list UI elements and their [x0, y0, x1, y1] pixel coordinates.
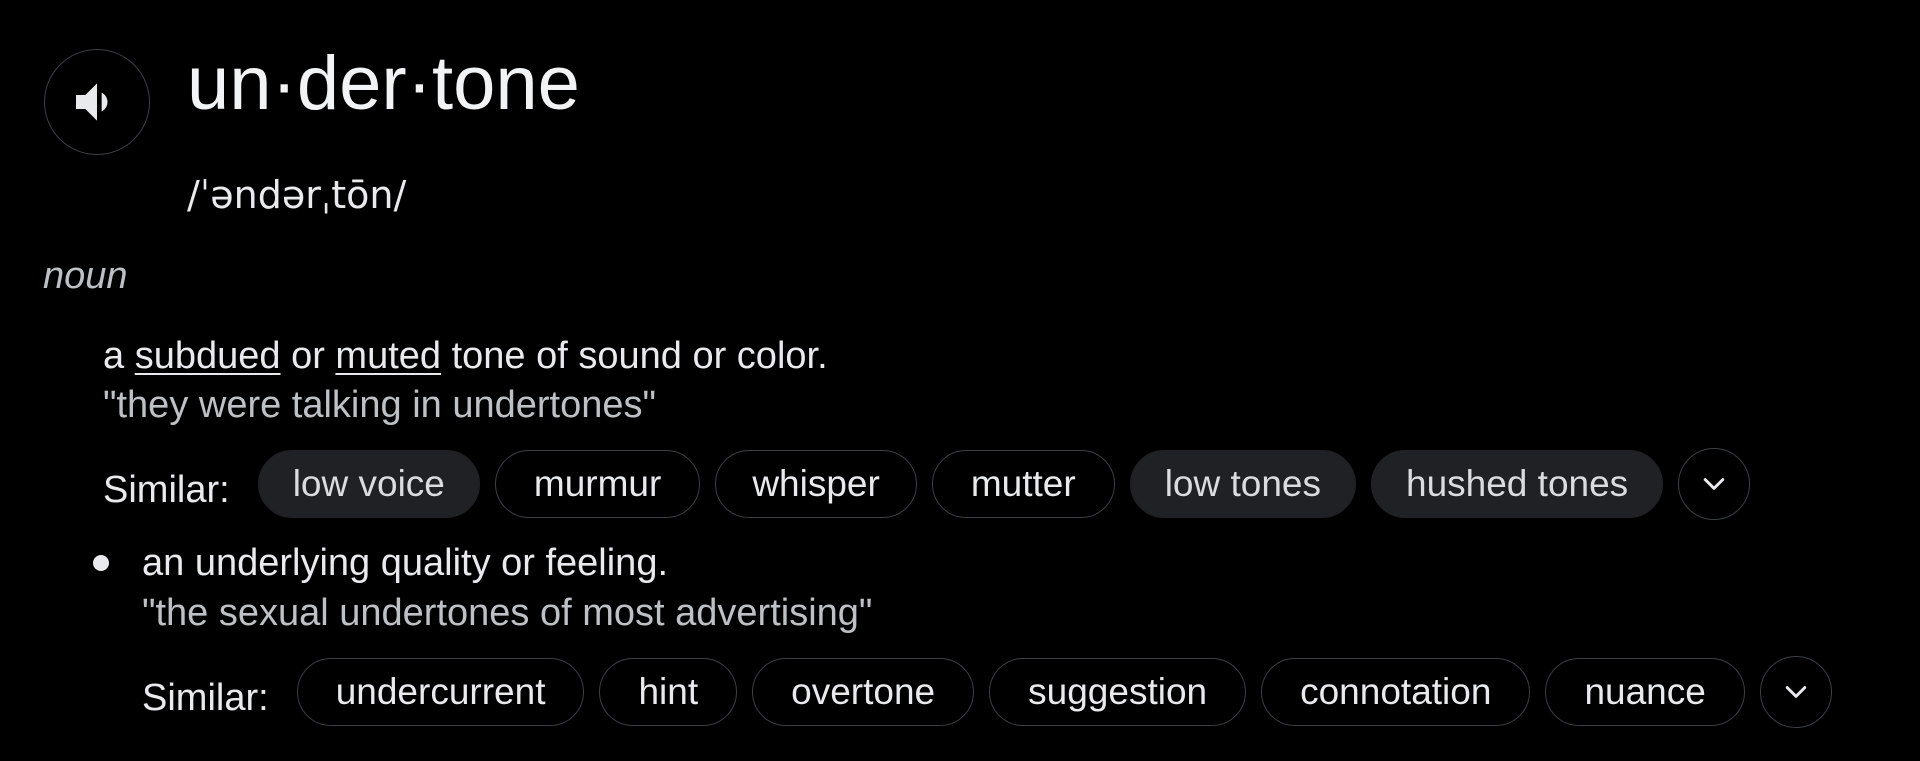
similar-label: Similar: — [142, 677, 269, 719]
part-of-speech: noun — [43, 255, 128, 297]
link-subdued[interactable]: subdued — [135, 335, 281, 377]
similar-chip[interactable]: hushed tones — [1371, 450, 1664, 518]
chevron-down-icon — [1703, 478, 1725, 490]
similar-chip[interactable]: overtone — [752, 658, 975, 726]
definition-2: an underlying quality or feeling. — [142, 542, 669, 584]
bullet-marker — [93, 555, 109, 571]
similar-chip[interactable]: undercurrent — [296, 658, 585, 726]
phonetic-spelling: /ˈəndərˌtōn/ — [187, 173, 407, 217]
similar-row-2: Similar: undercurrent hint overtone sugg… — [142, 656, 1832, 728]
expand-similar-button[interactable] — [1678, 448, 1751, 520]
similar-chip[interactable]: suggestion — [989, 658, 1247, 726]
similar-label: Similar: — [103, 469, 230, 511]
listen-button[interactable] — [44, 49, 150, 155]
similar-row-1: Similar: low voice murmur whisper mutter… — [103, 448, 1751, 520]
similar-chip[interactable]: mutter — [931, 450, 1115, 518]
link-muted[interactable]: muted — [335, 335, 441, 377]
chevron-down-icon — [1785, 686, 1807, 698]
example-1: "they were talking in undertones" — [103, 384, 656, 426]
definition-1: a subdued or muted tone of sound or colo… — [103, 335, 828, 377]
similar-chip[interactable]: low voice — [257, 450, 480, 518]
similar-chip[interactable]: murmur — [494, 450, 701, 518]
headword: un·der·tone — [187, 41, 580, 126]
similar-chip[interactable]: whisper — [715, 450, 917, 518]
expand-similar-button[interactable] — [1759, 656, 1832, 728]
similar-chip[interactable]: nuance — [1545, 658, 1745, 726]
similar-chip[interactable]: hint — [599, 658, 738, 726]
speaker-icon — [76, 83, 108, 121]
example-2: "the sexual undertones of most advertisi… — [142, 592, 873, 634]
similar-chip[interactable]: connotation — [1261, 658, 1531, 726]
similar-chip[interactable]: low tones — [1129, 450, 1356, 518]
